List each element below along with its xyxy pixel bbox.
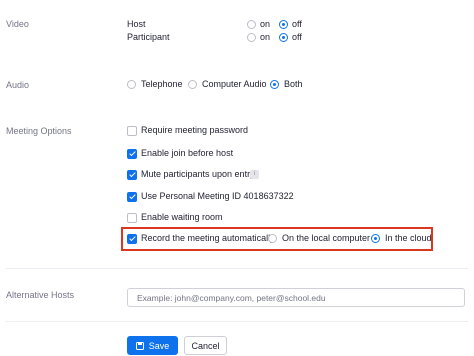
alternative-hosts-section-label: Alternative Hosts — [6, 290, 75, 300]
save-icon — [135, 341, 144, 350]
record-cloud-radio[interactable] — [371, 234, 380, 243]
audio-both-label: Both — [284, 79, 303, 89]
join-before-host-label: Enable join before host — [141, 148, 234, 158]
save-button[interactable]: Save — [127, 336, 178, 355]
host-video-on-label: on — [260, 19, 271, 29]
record-local-label: On the local computer — [282, 233, 371, 243]
audio-computer-radio[interactable] — [188, 80, 197, 89]
alternative-hosts-input[interactable] — [127, 288, 465, 307]
require-password-checkbox[interactable] — [127, 126, 137, 136]
section-divider — [6, 321, 468, 322]
participant-video-label: Participant — [127, 32, 170, 42]
record-local-radio[interactable] — [268, 234, 277, 243]
host-video-off-label: off — [292, 19, 302, 29]
waiting-room-label: Enable waiting room — [141, 212, 223, 222]
record-automatically-checkbox[interactable] — [127, 234, 137, 244]
audio-both-radio[interactable] — [270, 80, 279, 89]
require-password-label: Require meeting password — [141, 125, 249, 135]
audio-telephone-label: Telephone — [141, 79, 183, 89]
participant-video-off-label: off — [292, 32, 302, 42]
join-before-host-checkbox[interactable] — [127, 149, 137, 159]
participant-video-off-radio[interactable] — [279, 33, 288, 42]
record-automatically-label: Record the meeting automatically — [141, 233, 275, 243]
host-video-on-radio[interactable] — [247, 20, 256, 29]
mute-participants-label: Mute participants upon entry — [141, 169, 255, 179]
personal-meeting-id-label: Use Personal Meeting ID 4018637322 — [141, 191, 294, 201]
audio-telephone-radio[interactable] — [127, 80, 136, 89]
participant-video-on-label: on — [260, 32, 271, 42]
meeting-options-section-label: Meeting Options — [6, 126, 72, 136]
info-icon[interactable]: i — [250, 170, 259, 179]
audio-computer-label: Computer Audio — [202, 79, 267, 89]
participant-video-on-radio[interactable] — [247, 33, 256, 42]
waiting-room-checkbox[interactable] — [127, 213, 137, 223]
audio-section-label: Audio — [6, 80, 30, 90]
video-section-label: Video — [6, 19, 29, 29]
host-video-off-radio[interactable] — [279, 20, 288, 29]
save-button-label: Save — [148, 340, 170, 351]
cancel-button[interactable]: Cancel — [184, 336, 227, 355]
section-divider — [6, 268, 468, 269]
record-cloud-label: In the cloud — [385, 233, 432, 243]
mute-participants-checkbox[interactable] — [127, 170, 137, 180]
personal-meeting-id-checkbox[interactable] — [127, 192, 137, 202]
host-video-label: Host — [127, 19, 146, 29]
cancel-button-label: Cancel — [191, 340, 220, 351]
